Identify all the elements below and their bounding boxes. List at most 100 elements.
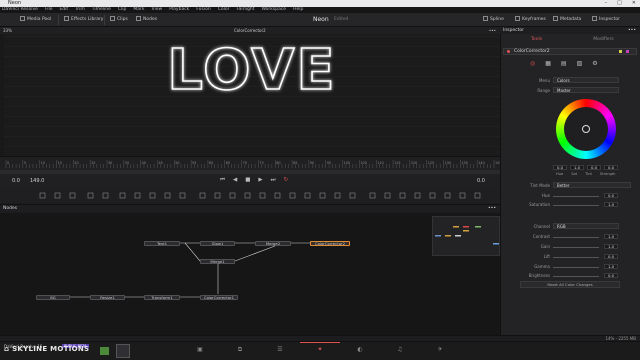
start-frame[interactable]: 0.0 <box>12 178 20 184</box>
go-to-start-icon[interactable]: ⏮ <box>220 177 225 184</box>
close-button[interactable]: ✕ <box>632 0 636 7</box>
time-ruler[interactable]: 0 5 10 15 20 25 30 35 40 45 50 55 60 65 70 75 80 85 90 95 10… <box>0 156 501 168</box>
ruler-tick-label: 105 <box>360 161 366 165</box>
sat-value[interactable]: 1.0 <box>570 165 584 170</box>
ruler-tick-label: 25 <box>91 161 95 165</box>
options-tab-icon[interactable]: ▤ <box>561 60 567 67</box>
spline-button[interactable]: Spline <box>483 16 504 24</box>
node-text1[interactable]: Text1 <box>144 241 180 246</box>
hue-slider-label: Hue <box>541 193 550 198</box>
media-page-icon[interactable]: ▣ <box>196 346 204 354</box>
play-icon[interactable]: ▶ <box>258 177 262 184</box>
edit-page-icon[interactable]: ☰ <box>276 346 284 354</box>
brightness-value[interactable]: 0.0 <box>604 273 618 278</box>
color-tab-icon[interactable]: ◎ <box>530 60 535 67</box>
brightness-slider[interactable] <box>553 276 599 277</box>
tool-icon <box>229 192 236 199</box>
taskbar-resolve-icon[interactable] <box>116 344 130 358</box>
clips-button[interactable]: Clips <box>110 16 128 24</box>
saturation-slider[interactable] <box>553 205 599 206</box>
deliver-page-icon[interactable]: ✈ <box>436 346 444 354</box>
strength-value[interactable]: 0.0 <box>604 165 618 170</box>
tool-color-icon[interactable] <box>619 50 622 53</box>
tool-icon <box>69 192 76 199</box>
saturation-value[interactable]: 1.0 <box>604 202 618 207</box>
inspector-options-icon[interactable]: ••• <box>628 27 636 34</box>
tint-mode-dropdown[interactable]: Better <box>553 182 631 188</box>
fusion-page-icon[interactable]: ✦ <box>316 346 324 354</box>
color-page-icon[interactable]: ◐ <box>356 346 364 354</box>
fairlight-page-icon[interactable]: ♫ <box>396 346 404 354</box>
menu-dropdown[interactable]: Colors <box>553 77 619 83</box>
contrast-slider[interactable] <box>553 237 599 238</box>
tool-version-icon[interactable] <box>626 50 629 53</box>
hue-value[interactable]: 0.0 <box>553 165 567 170</box>
gamma-value[interactable]: 1.0 <box>604 264 618 269</box>
keyframes-button[interactable]: Keyframes <box>515 16 546 24</box>
channel-dropdown[interactable]: RGB <box>553 223 619 229</box>
ruler-tick-label: 15 <box>57 161 61 165</box>
ruler-tick-label: 125 <box>428 161 434 165</box>
effects-library-button[interactable]: Effects Library <box>64 16 103 24</box>
color-wheel[interactable] <box>556 99 616 159</box>
tab-modifiers[interactable]: Modifiers <box>570 36 637 43</box>
node-colorcorrector2[interactable]: ColorCorrector2 <box>310 241 350 246</box>
go-to-end-icon[interactable]: ⏭ <box>271 177 276 184</box>
step-back-icon[interactable]: ◀ <box>233 177 237 184</box>
inspector-button[interactable]: Inspector <box>592 16 620 24</box>
node-resize1[interactable]: Resize1 <box>90 295 125 300</box>
gain-slider[interactable] <box>553 247 599 248</box>
viewer-options-icon[interactable]: ••• <box>489 27 496 34</box>
node-colorcorrector1[interactable]: ColorCorrector1 <box>200 295 238 300</box>
node-merge1[interactable]: Merge1 <box>200 259 235 264</box>
metadata-button[interactable]: Metadata <box>553 16 581 24</box>
current-frame[interactable]: 0.0 <box>477 178 485 184</box>
taskbar-files-icon[interactable] <box>100 347 109 355</box>
minimap-preview <box>435 226 499 245</box>
tool-header[interactable]: ColorCorrector2 <box>503 48 637 55</box>
node-editor[interactable]: Text1 Glow1 Merge2 ColorCorrector2 Merge… <box>0 213 500 335</box>
node-merge2[interactable]: Merge2 <box>255 241 291 246</box>
viewer-canvas[interactable]: LOVE <box>4 34 500 156</box>
lift-value[interactable]: 0.0 <box>604 254 618 259</box>
contrast-value[interactable]: 1.0 <box>604 234 618 239</box>
tool-icon <box>102 192 109 199</box>
cut-page-icon[interactable]: ⧉ <box>236 346 244 354</box>
time-slider[interactable] <box>0 170 500 174</box>
reset-color-button[interactable]: Reset All Color Changes <box>520 281 620 288</box>
lift-slider[interactable] <box>553 257 599 258</box>
media-pool-button[interactable]: Media Pool <box>20 16 51 24</box>
tool-icon <box>164 192 171 199</box>
nodes-options-icon[interactable]: ••• <box>488 205 496 213</box>
gamma-slider[interactable] <box>553 267 599 268</box>
stop-icon[interactable]: ■ <box>245 177 250 184</box>
node-glow1[interactable]: Glow1 <box>200 241 235 246</box>
channel-label: Channel <box>533 224 550 229</box>
ruler-tick-label: 70 <box>243 161 247 165</box>
node-bg[interactable]: BG <box>36 295 70 300</box>
loop-icon[interactable]: ↻ <box>284 177 289 184</box>
mask-tab-icon[interactable]: ▧ <box>577 60 583 67</box>
brand-logo-icon: ⌂ <box>4 345 10 353</box>
tool-enabled-icon[interactable] <box>507 50 510 53</box>
hue-slider-value[interactable]: 0.0 <box>604 193 618 198</box>
settings-tab-icon[interactable]: ⚙ <box>592 60 597 67</box>
tint-value[interactable]: 0.0 <box>587 165 601 170</box>
end-frame[interactable]: 149.0 <box>30 178 44 184</box>
levels-tab-icon[interactable]: ▦ <box>545 60 551 67</box>
tab-tools[interactable]: Tools <box>503 36 570 43</box>
node-transform1[interactable]: Transform1 <box>144 295 180 300</box>
zoom-level[interactable]: 33% <box>3 27 12 34</box>
ruler-tick-label: 65 <box>226 161 230 165</box>
minimize-button[interactable]: – <box>605 0 608 7</box>
tool-icon <box>179 192 186 199</box>
color-wheel-handle[interactable] <box>582 125 590 133</box>
maximize-button[interactable]: □ <box>617 0 622 7</box>
page-bar: DaVinci Resolve 16 PUBLIC BETA ▣ ⧉ ☰ ✦ ◐… <box>0 341 640 360</box>
hue-slider[interactable] <box>553 196 599 197</box>
node-minimap[interactable] <box>432 216 500 256</box>
nodes-button[interactable]: Nodes <box>136 16 157 24</box>
gain-value[interactable]: 1.0 <box>604 244 618 249</box>
range-dropdown[interactable]: Master <box>553 87 619 93</box>
menu-label: Menu <box>539 78 550 83</box>
